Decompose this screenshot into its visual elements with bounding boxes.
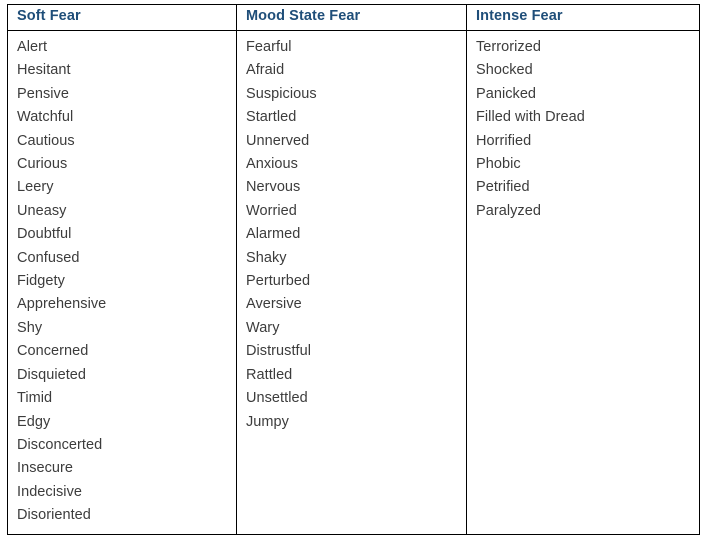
list-item: Timid xyxy=(17,390,53,407)
column-header-soft-fear: Soft Fear xyxy=(7,4,237,31)
list-item: Aversive xyxy=(246,296,302,313)
list-item: Shy xyxy=(17,319,43,336)
list-item: Cautious xyxy=(17,132,75,149)
table-body: Alert Hesitant Pensive Watchful Cautious… xyxy=(7,30,700,535)
list-item: Fearful xyxy=(246,39,292,55)
list-item: Disconcerted xyxy=(17,436,103,453)
list-item: Terrorized xyxy=(476,39,541,55)
list-item: Disoriented xyxy=(17,507,91,524)
word-list-soft-fear: Alert Hesitant Pensive Watchful Cautious… xyxy=(17,36,236,528)
list-item: Pensive xyxy=(17,85,69,102)
list-item: Wary xyxy=(246,319,280,336)
column-header-intense-fear: Intense Fear xyxy=(466,4,700,31)
page-canvas: Soft Fear Mood State Fear Intense Fear A… xyxy=(0,0,706,535)
list-item: Shocked xyxy=(476,62,533,79)
list-item: Anxious xyxy=(246,156,298,173)
list-item: Watchful xyxy=(17,109,74,126)
list-item: Insecure xyxy=(17,460,74,477)
column-cell-intense-fear: Terrorized Shocked Panicked Filled with … xyxy=(466,30,700,535)
list-item: Hesitant xyxy=(17,62,71,79)
list-item: Uneasy xyxy=(17,202,67,219)
column-header-label: Soft Fear xyxy=(17,8,81,24)
list-item: Worried xyxy=(246,202,297,219)
column-header-label: Mood State Fear xyxy=(246,8,361,24)
list-item: Startled xyxy=(246,109,297,126)
list-item: Alarmed xyxy=(246,226,301,243)
word-list-intense-fear: Terrorized Shocked Panicked Filled with … xyxy=(476,36,699,223)
list-item: Doubtful xyxy=(17,226,72,243)
table-header-row: Soft Fear Mood State Fear Intense Fear xyxy=(7,4,700,31)
list-item: Unsettled xyxy=(246,390,308,407)
list-item: Jumpy xyxy=(246,413,289,430)
list-item: Leery xyxy=(17,179,54,196)
list-item: Filled with Dread xyxy=(476,109,585,126)
table-row: Alert Hesitant Pensive Watchful Cautious… xyxy=(7,30,700,535)
list-item: Panicked xyxy=(476,85,537,102)
list-item: Indecisive xyxy=(17,483,82,500)
list-item: Distrustful xyxy=(246,343,312,360)
word-list-mood-state-fear: Fearful Afraid Suspicious Startled Unner… xyxy=(246,36,466,434)
fear-vocabulary-table: Soft Fear Mood State Fear Intense Fear A… xyxy=(7,4,700,535)
list-item: Shaky xyxy=(246,249,287,266)
list-item: Horrified xyxy=(476,132,532,149)
list-item: Afraid xyxy=(246,62,285,79)
column-cell-soft-fear: Alert Hesitant Pensive Watchful Cautious… xyxy=(7,30,237,535)
list-item: Edgy xyxy=(17,413,51,430)
list-item: Rattled xyxy=(246,366,293,383)
column-cell-mood-state-fear: Fearful Afraid Suspicious Startled Unner… xyxy=(236,30,467,535)
list-item: Phobic xyxy=(476,156,521,173)
list-item: Petrified xyxy=(476,179,530,196)
list-item: Paralyzed xyxy=(476,202,541,219)
list-item: Curious xyxy=(17,156,68,173)
list-item: Nervous xyxy=(246,179,301,196)
list-item: Alert xyxy=(17,39,48,55)
list-item: Concerned xyxy=(17,343,89,360)
list-item: Unnerved xyxy=(246,132,310,149)
column-header-mood-state-fear: Mood State Fear xyxy=(236,4,467,31)
list-item: Confused xyxy=(17,249,80,266)
list-item: Perturbed xyxy=(246,273,311,290)
list-item: Apprehensive xyxy=(17,296,107,313)
list-item: Fidgety xyxy=(17,273,65,290)
list-item: Disquieted xyxy=(17,366,87,383)
list-item: Suspicious xyxy=(246,85,317,102)
column-header-label: Intense Fear xyxy=(476,8,563,24)
